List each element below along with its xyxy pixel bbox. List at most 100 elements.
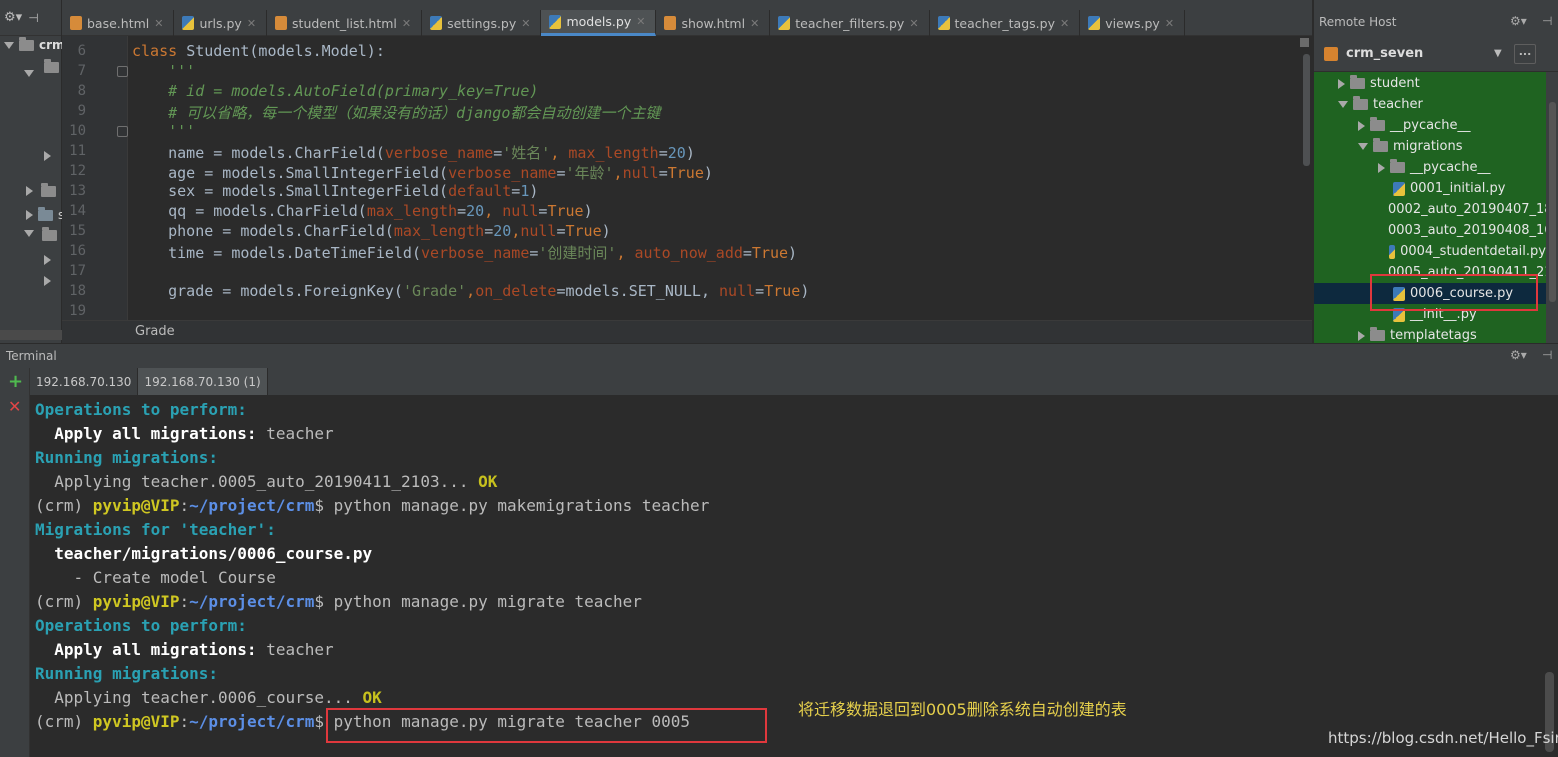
code-line: ''': [132, 62, 196, 80]
watermark: https://blog.csdn.net/Hello_Fsir: [1328, 729, 1558, 747]
code-line: grade = models.ForeignKey('Grade',on_del…: [132, 282, 810, 300]
expand-icon[interactable]: [1358, 143, 1368, 150]
tab-show-html[interactable]: show.html ✕: [656, 10, 771, 36]
expand-icon[interactable]: [1338, 101, 1348, 108]
python-file-icon: [430, 16, 443, 30]
tree-folder[interactable]: teacher: [1314, 94, 1546, 115]
breadcrumb-item[interactable]: Grade: [135, 324, 175, 339]
more-button[interactable]: ...: [1514, 44, 1536, 64]
collapse-arrow-icon[interactable]: [44, 146, 51, 165]
terminal-output[interactable]: Operations to perform: Apply all migrati…: [30, 395, 1558, 757]
tab-models-py[interactable]: models.py ✕: [541, 10, 657, 36]
tree-row[interactable]: [24, 227, 57, 241]
python-file-icon: [937, 16, 950, 30]
gear-icon[interactable]: ⚙▾: [4, 10, 22, 25]
chevron-down-icon[interactable]: ▼: [1494, 48, 1502, 59]
tree-folder[interactable]: __pycache__: [1314, 157, 1546, 178]
title-bar: [62, 0, 1312, 10]
close-icon[interactable]: ✕: [8, 397, 21, 416]
tree-scrollbar[interactable]: [1546, 72, 1558, 343]
line-number: 6: [77, 43, 86, 59]
project-root[interactable]: crm: [4, 36, 65, 52]
folder-icon: [1373, 138, 1388, 152]
line-number: 8: [77, 83, 86, 99]
tab-teacher-filters-py[interactable]: teacher_filters.py ✕: [770, 10, 930, 36]
fold-marker-icon[interactable]: [117, 126, 128, 137]
collapse-arrow-icon[interactable]: [44, 271, 51, 290]
add-icon[interactable]: +: [8, 371, 23, 392]
terminal-line: Running migrations:: [35, 664, 219, 683]
code-line: ''': [132, 122, 196, 140]
line-number: 15: [69, 223, 86, 239]
terminal-line: Running migrations:: [35, 448, 219, 467]
tree-row[interactable]: [26, 183, 56, 197]
tab-student-list-html[interactable]: student_list.html ✕: [267, 10, 423, 36]
terminal-tab-active[interactable]: 192.168.70.130 (1): [138, 368, 268, 395]
annotation-text: 将迁移数据退回到0005删除系统自动创建的表: [798, 700, 1127, 719]
collapse-arrow-icon[interactable]: [44, 250, 51, 269]
line-number: 9: [77, 103, 86, 119]
close-icon[interactable]: ✕: [1060, 17, 1069, 30]
gear-icon[interactable]: ⚙▾: [1510, 348, 1527, 362]
close-icon[interactable]: ✕: [750, 17, 759, 30]
expand-icon[interactable]: [24, 62, 34, 81]
folder-icon: [1390, 159, 1405, 173]
terminal-tabs: 192.168.70.130 192.168.70.130 (1): [30, 368, 1558, 395]
expand-icon: [4, 41, 14, 49]
terminal-line: Applying teacher.0005_auto_20190411_2103…: [35, 472, 498, 491]
line-number: 17: [69, 263, 86, 279]
tab-settings-py[interactable]: settings.py ✕: [422, 10, 542, 36]
horizontal-scrollbar[interactable]: [0, 330, 62, 340]
hide-panel-icon[interactable]: ⊣: [1542, 348, 1552, 362]
code-editor[interactable]: 6 7 8 9 10 11 12 13 14 15 16 17 18 19 class Student(mo…: [62, 36, 1312, 320]
close-icon[interactable]: ✕: [247, 17, 256, 30]
breadcrumb[interactable]: Grade: [62, 320, 1312, 343]
collapse-arrow-icon[interactable]: [1358, 330, 1365, 341]
code-line: # id = models.AutoField(primary_key=True…: [132, 82, 539, 100]
hide-panel-icon[interactable]: ⊣: [1542, 14, 1552, 28]
server-selector[interactable]: crm_seven ▼ ...: [1314, 36, 1558, 72]
fold-marker-icon[interactable]: [117, 66, 128, 77]
tree-folder[interactable]: student: [1314, 73, 1546, 94]
code-line: class Student(models.Model):: [132, 42, 385, 60]
tree-folder[interactable]: migrations: [1314, 136, 1546, 157]
tree-folder[interactable]: templatetags: [1314, 325, 1546, 343]
line-number: 11: [69, 143, 86, 159]
folder-icon: [1350, 75, 1365, 89]
gear-icon[interactable]: ⚙▾: [1510, 14, 1527, 28]
line-number: 13: [69, 183, 86, 199]
terminal-line: teacher/migrations/0006_course.py: [35, 544, 373, 563]
vertical-scrollbar[interactable]: [1303, 54, 1310, 166]
tree-file[interactable]: 0003_auto_20190408_163: [1314, 220, 1546, 241]
tab-urls-py[interactable]: urls.py ✕: [174, 10, 268, 36]
tree-file[interactable]: 0001_initial.py: [1314, 178, 1546, 199]
tree-file[interactable]: 0004_studentdetail.py: [1314, 241, 1546, 262]
collapse-arrow-icon[interactable]: [1338, 78, 1345, 89]
terminal-line: Apply all migrations: teacher: [35, 640, 334, 659]
terminal-prompt-line: (crm) pyvip@VIP:~/project/crm$ python ma…: [35, 496, 710, 515]
collapse-arrow-icon[interactable]: [1378, 162, 1385, 173]
html-file-icon: [275, 16, 288, 30]
terminal-prompt-line: (crm) pyvip@VIP:~/project/crm$ python ma…: [35, 592, 642, 611]
python-file-icon: [1088, 16, 1101, 30]
html-file-icon: [70, 16, 82, 30]
close-icon[interactable]: ✕: [521, 17, 530, 30]
tab-teacher-tags-py[interactable]: teacher_tags.py ✕: [930, 10, 1081, 36]
close-icon[interactable]: ✕: [909, 17, 918, 30]
collapse-icon[interactable]: ⊣: [28, 11, 38, 25]
collapse-arrow-icon[interactable]: [1358, 120, 1365, 131]
project-toolbar: ⚙▾ ⊣: [0, 0, 61, 36]
close-icon[interactable]: ✕: [402, 17, 411, 30]
tab-views-py[interactable]: views.py ✕: [1080, 10, 1186, 36]
terminal-line: Apply all migrations: teacher: [35, 424, 334, 443]
close-icon[interactable]: ✕: [636, 15, 645, 28]
close-icon[interactable]: ✕: [154, 17, 163, 30]
code-line: # 可以省略，每一个模型（如果没有的话）django都会自动创建一个主键: [132, 104, 661, 122]
tree-folder[interactable]: __pycache__: [1314, 115, 1546, 136]
close-icon[interactable]: ✕: [1165, 17, 1174, 30]
highlight-box: [1370, 274, 1538, 311]
python-file-icon: [549, 14, 562, 29]
terminal-tab[interactable]: 192.168.70.130: [30, 368, 139, 395]
tab-base-html[interactable]: base.html ✕: [62, 10, 175, 36]
tree-file[interactable]: 0002_auto_20190407_183: [1314, 199, 1546, 220]
